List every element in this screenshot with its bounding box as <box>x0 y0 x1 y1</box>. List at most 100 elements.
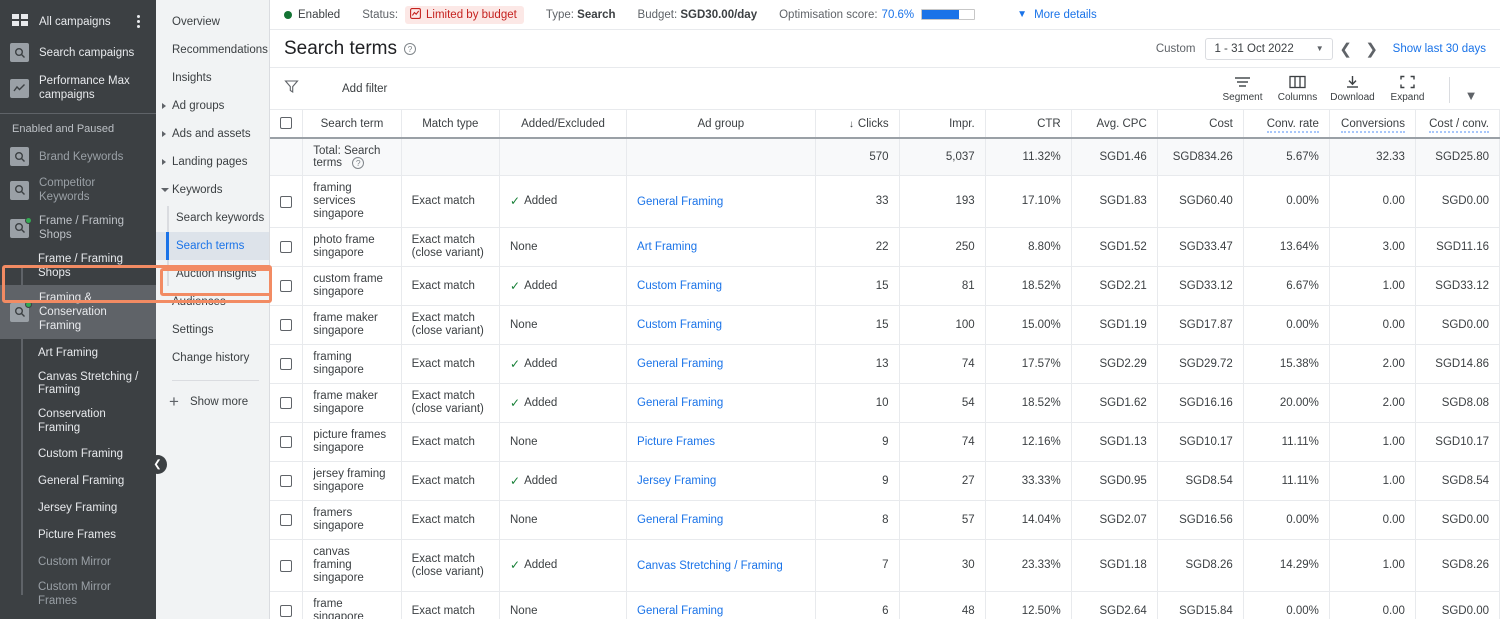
nav-item-keywords[interactable]: Keywords <box>156 176 269 204</box>
cell-ad-group[interactable]: Picture Frames <box>626 422 816 463</box>
sidebar-campaign-brand-keywords[interactable]: Brand Keywords <box>0 142 156 171</box>
nav-item-ad-groups[interactable]: Ad groups <box>156 92 269 120</box>
add-filter-button[interactable]: Add filter <box>342 83 387 95</box>
ad-group-link[interactable]: Picture Frames <box>637 436 715 448</box>
nav-item-change-history[interactable]: Change history <box>156 344 269 372</box>
nav-item-search-terms[interactable]: Search terms <box>156 232 269 260</box>
sidebar-adgroup-art-framing[interactable]: Art Framing <box>0 339 156 366</box>
table-row[interactable]: canvas framing singapore Exact match (clo… <box>270 539 1500 593</box>
column-header-conversions[interactable]: Conversions <box>1329 110 1416 139</box>
ad-group-link[interactable]: Art Framing <box>637 241 697 253</box>
row-checkbox[interactable] <box>280 475 292 488</box>
nav-item-audiences[interactable]: Audiences <box>156 288 269 316</box>
column-header-search-term[interactable]: Search term <box>302 110 402 139</box>
date-range-selector[interactable]: 1 - 31 Oct 2022 ▼ <box>1205 37 1333 60</box>
show-last-30-days-link[interactable]: Show last 30 days <box>1393 43 1486 55</box>
table-row[interactable]: framing services singapore Exact match ✓ Ad… <box>270 175 1500 229</box>
sidebar-item-performance-max-campaigns[interactable]: Performance Max campaigns <box>0 68 156 108</box>
column-header-added-excluded[interactable]: Added/Excluded <box>499 110 628 139</box>
ad-group-link[interactable]: Canvas Stretching / Framing <box>637 560 783 572</box>
next-period-button[interactable]: ❯ <box>1359 36 1385 62</box>
segment-button[interactable]: Segment <box>1215 75 1270 103</box>
row-checkbox[interactable] <box>280 358 292 371</box>
row-checkbox[interactable] <box>280 195 292 208</box>
row-checkbox[interactable] <box>280 559 292 572</box>
table-row[interactable]: frame maker singapore Exact match (close … <box>270 383 1500 424</box>
ad-group-link[interactable]: Custom Framing <box>637 280 722 292</box>
nav-item-landing-pages[interactable]: Landing pages <box>156 148 269 176</box>
row-checkbox[interactable] <box>280 605 292 618</box>
ad-group-link[interactable]: Custom Framing <box>637 319 722 331</box>
more-options-icon[interactable] <box>130 15 146 28</box>
nav-item-ads-and-assets[interactable]: Ads and assets <box>156 120 269 148</box>
table-row[interactable]: frame singapore Exact match None General Fr… <box>270 591 1500 619</box>
nav-item-insights[interactable]: Insights <box>156 64 269 92</box>
column-header-clicks[interactable]: ↓ Clicks <box>815 110 900 139</box>
column-header-cost-per-conv[interactable]: Cost / conv. <box>1415 110 1500 139</box>
column-header-ad-group[interactable]: Ad group <box>626 110 816 139</box>
show-more-button[interactable]: + Show more <box>156 389 269 414</box>
more-details-button[interactable]: ▼ More details <box>1017 9 1097 21</box>
nav-item-search-keywords[interactable]: Search keywords <box>156 204 269 232</box>
help-icon[interactable]: ? <box>352 157 365 169</box>
filter-icon[interactable] <box>284 79 299 99</box>
sidebar-adgroup-conservation-framing[interactable]: Conservation Framing <box>0 402 156 440</box>
row-checkbox[interactable] <box>280 319 292 332</box>
row-checkbox[interactable] <box>280 436 292 449</box>
sidebar-campaign-competitor-keywords[interactable]: Competitor Keywords <box>0 171 156 209</box>
column-header-impressions[interactable]: Impr. <box>899 110 986 139</box>
cell-ad-group[interactable]: General Framing <box>626 175 816 229</box>
column-header-conv-rate[interactable]: Conv. rate <box>1243 110 1330 139</box>
help-icon[interactable]: ? <box>403 42 416 55</box>
table-row[interactable]: custom frame singapore Exact match ✓ Added C… <box>270 266 1500 307</box>
status-badge[interactable]: Limited by budget <box>405 5 524 24</box>
sidebar-campaign-frame-framing-shops[interactable]: Frame / Framing Shops <box>0 209 156 247</box>
sidebar-adgroup-frame-framing-shops[interactable]: Frame / Framing Shops <box>0 247 156 285</box>
cell-ad-group[interactable]: General Framing <box>626 344 816 385</box>
row-checkbox[interactable] <box>280 280 292 293</box>
table-row[interactable]: framers singapore Exact match None General … <box>270 500 1500 541</box>
cell-ad-group[interactable]: Custom Framing <box>626 305 816 346</box>
table-row[interactable]: photo frame singapore Exact match (close … <box>270 227 1500 268</box>
cell-ad-group[interactable]: General Framing <box>626 591 816 619</box>
row-checkbox[interactable] <box>280 241 292 254</box>
nav-item-overview[interactable]: Overview <box>156 8 269 36</box>
columns-button[interactable]: Columns <box>1270 75 1325 103</box>
ad-group-link[interactable]: General Framing <box>637 605 723 617</box>
sidebar-adgroup-picture-frames[interactable]: Picture Frames <box>0 521 156 548</box>
table-row[interactable]: jersey framing singapore Exact match ✓ Adde… <box>270 461 1500 502</box>
table-row[interactable]: frame maker singapore Exact match (close … <box>270 305 1500 346</box>
ad-group-link[interactable]: General Framing <box>637 514 723 526</box>
table-row[interactable]: framing singapore Exact match ✓ Added Genera… <box>270 344 1500 385</box>
sidebar-adgroup-custom-mirror[interactable]: Custom Mirror <box>0 548 156 575</box>
column-header-cost[interactable]: Cost <box>1157 110 1244 139</box>
row-checkbox[interactable] <box>280 514 292 527</box>
table-row[interactable]: picture frames singapore Exact match None P… <box>270 422 1500 463</box>
ad-group-link[interactable]: General Framing <box>637 397 723 409</box>
download-button[interactable]: Download <box>1325 75 1380 103</box>
sidebar-adgroup-canvas-stretching-framing[interactable]: Canvas Stretching / Framing <box>0 366 156 402</box>
sidebar-collapse-handle[interactable]: ❮ <box>148 455 167 474</box>
expand-button[interactable]: Expand <box>1380 75 1435 103</box>
cell-ad-group[interactable]: General Framing <box>626 500 816 541</box>
sidebar-item-search-campaigns[interactable]: Search campaigns <box>0 37 156 68</box>
ad-group-link[interactable]: General Framing <box>637 196 723 208</box>
ad-group-link[interactable]: Jersey Framing <box>637 475 716 487</box>
nav-item-settings[interactable]: Settings <box>156 316 269 344</box>
cell-ad-group[interactable]: Custom Framing <box>626 266 816 307</box>
cell-ad-group[interactable]: Art Framing <box>626 227 816 268</box>
previous-period-button[interactable]: ❮ <box>1333 36 1359 62</box>
sidebar-adgroup-custom-mirror-frames[interactable]: Custom Mirror Frames <box>0 575 156 613</box>
nav-item-recommendations[interactable]: Recommendations <box>156 36 269 64</box>
column-header-ctr[interactable]: CTR <box>985 110 1072 139</box>
toolbar-overflow-button[interactable]: ▼ <box>1456 88 1486 103</box>
cell-ad-group[interactable]: Jersey Framing <box>626 461 816 502</box>
sidebar-campaign-framing-conservation-framing[interactable]: Framing & Conservation Framing <box>0 285 156 339</box>
row-checkbox[interactable] <box>280 397 292 410</box>
column-header-match-type[interactable]: Match type <box>401 110 501 139</box>
sidebar-adgroup-general-framing[interactable]: General Framing <box>0 467 156 494</box>
column-header-avg-cpc[interactable]: Avg. CPC <box>1071 110 1158 139</box>
cell-ad-group[interactable]: General Framing <box>626 383 816 424</box>
sidebar-item-all-campaigns[interactable]: All campaigns <box>0 6 156 37</box>
cell-ad-group[interactable]: Canvas Stretching / Framing <box>626 539 816 593</box>
